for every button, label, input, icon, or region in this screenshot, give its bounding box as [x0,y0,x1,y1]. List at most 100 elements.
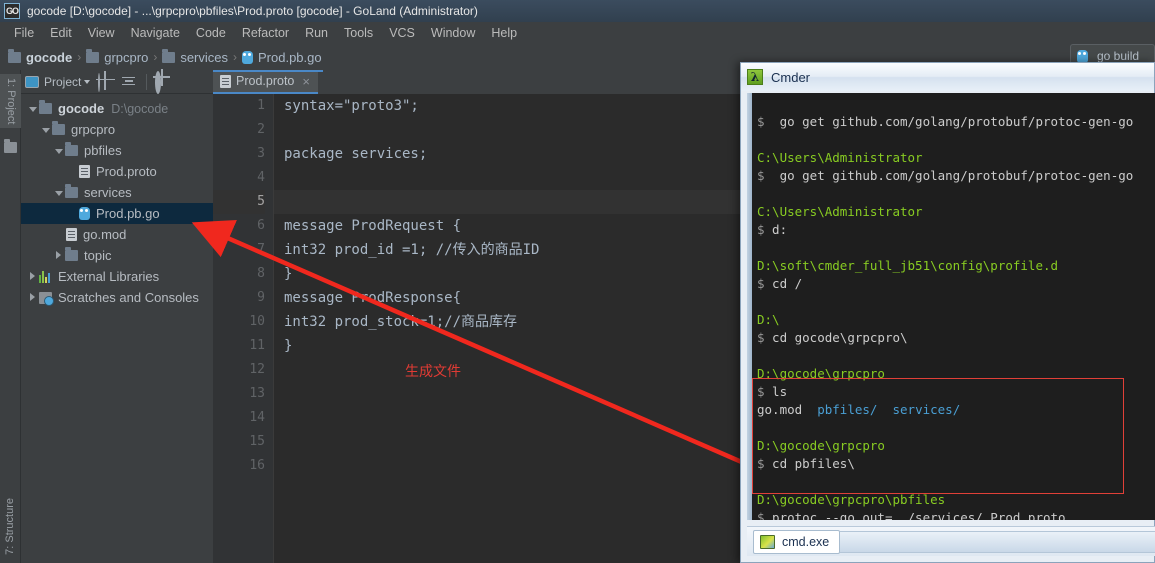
line-number: 6 [257,218,265,233]
terminal-path: D:\gocode\grpcpro\pbfiles [757,492,946,507]
folder-icon [8,48,21,63]
terminal-output: $ go get github.com/golang/protobuf/prot… [757,95,1155,520]
terminal-tab-cmd-exe[interactable]: cmd.exe [753,529,841,554]
folder-icon [39,100,52,114]
tree-node-gocode[interactable]: gocode D:\gocode [21,98,213,119]
terminal-dir-entry: services/ [892,402,961,417]
chevron-down-icon[interactable] [84,79,91,84]
goland-window: GO gocode [D:\gocode] - ...\grpcpro\pbfi… [0,0,1155,563]
tree-node-services[interactable]: services [21,182,213,203]
breadcrumb-item-prod-pb-go[interactable]: Prod.pb.go [242,50,322,65]
settings-gear-icon[interactable] [155,70,171,94]
tool-tab-project[interactable]: 1: Project [0,74,21,129]
chevron-down-icon[interactable] [27,103,39,115]
line-number: 4 [257,170,265,185]
locate-file-icon[interactable] [98,72,114,92]
menu-item-refactor[interactable]: Refactor [234,24,297,42]
tree-node-grpcpro[interactable]: grpcpro [21,119,213,140]
goland-app-icon: GO [4,3,20,19]
terminal-path: D:\gocode\grpcpro [757,366,885,381]
breadcrumb-item-services[interactable]: services [162,48,228,65]
editor-tab-prod-proto[interactable]: Prod.proto × [213,70,318,94]
folder-icon [52,121,65,135]
line-number-gutter: 1 2 3 4 5 6 7 8 9 10 11 12 13 14 15 16 [213,94,273,563]
cmder-window-title: Cmder [771,69,811,85]
line-number: 11 [249,338,265,353]
menu-item-code[interactable]: Code [188,24,234,42]
breadcrumb-label: services [180,49,228,65]
line-number: 14 [249,410,265,425]
chevron-down-icon[interactable] [53,187,65,199]
gopher-icon [79,207,90,220]
breadcrumb-separator: › [233,50,237,64]
tree-node-go-mod[interactable]: go.mod [21,224,213,245]
editor-tab-label: Prod.proto [236,74,295,88]
tree-node-pbfiles[interactable]: pbfiles [21,140,213,161]
terminal-path: D:\gocode\grpcpro [757,438,885,453]
run-configuration-label: go build [1097,49,1140,63]
cmd-icon [760,534,775,549]
left-tool-strip: 1: Project 7: Structure [0,70,21,563]
menu-item-tools[interactable]: Tools [336,24,381,42]
tree-node-topic[interactable]: topic [21,245,213,266]
folder-icon [162,48,176,63]
menu-item-file[interactable]: File [6,24,42,42]
tree-node-label: gocode [58,101,105,116]
hide-panel-icon[interactable] [179,74,195,90]
chevron-right-icon[interactable] [27,292,39,304]
line-number: 13 [249,386,265,401]
project-view-icon[interactable] [25,75,39,88]
menu-item-view[interactable]: View [80,24,123,42]
line-number: 8 [257,266,265,281]
menu-item-navigate[interactable]: Navigate [123,24,188,42]
terminal-prompt: $ [757,384,765,399]
cmder-terminal-body[interactable]: $ go get github.com/golang/protobuf/prot… [747,93,1155,520]
terminal-path: C:\Users\Administrator [757,204,923,219]
tree-node-external-libraries[interactable]: External Libraries [21,266,213,287]
breadcrumb-separator: › [153,50,158,64]
terminal-prompt: $ [757,330,765,345]
breadcrumb-item-grpcpro[interactable]: grpcpro [86,48,149,65]
menu-item-edit[interactable]: Edit [42,24,80,42]
breadcrumb-item-gocode[interactable]: gocode [8,48,72,65]
terminal-prompt: $ [757,168,765,183]
tree-node-path: D:\gocode [111,101,169,116]
menu-item-window[interactable]: Window [423,24,483,42]
project-panel: Project gocode D:\gocode grpcpro pbfiles… [21,70,213,563]
terminal-scrollbar[interactable] [747,93,752,520]
cmder-window[interactable]: λ Cmder $ go get github.com/golang/proto… [740,62,1155,563]
tree-node-prod-pb-go[interactable]: Prod.pb.go [21,203,213,224]
terminal-path: D:\ [757,312,780,327]
project-folder-icon [4,139,17,153]
menu-item-help[interactable]: Help [483,24,525,42]
terminal-prompt: $ [757,222,765,237]
menu-bar[interactable]: File Edit View Navigate Code Refactor Ru… [0,22,1155,44]
proto-file-icon [66,228,77,241]
folder-icon [86,48,100,63]
line-number: 10 [249,314,265,329]
tab-bar-filler [840,530,1155,553]
menu-item-vcs[interactable]: VCS [381,24,423,42]
chevron-right-icon[interactable] [53,250,65,262]
project-panel-title: Project [44,74,82,89]
tree-node-scratches-and-consoles[interactable]: Scratches and Consoles [21,287,213,308]
tree-node-prod-proto[interactable]: Prod.proto [21,161,213,182]
cmder-tab-bar: cmd.exe [747,526,1155,556]
chevron-down-icon[interactable] [53,145,65,157]
terminal-path: C:\Users\Administrator [757,150,923,165]
lambda-icon: λ [747,69,763,85]
tree-node-label: topic [84,248,112,263]
menu-item-run[interactable]: Run [297,24,336,42]
line-number: 5 [213,190,265,214]
line-number: 7 [257,242,265,257]
tool-tab-structure[interactable]: 7: Structure [0,494,21,559]
tree-node-label: Prod.pb.go [96,206,160,221]
collapse-all-icon[interactable] [122,75,138,91]
tree-node-label: Scratches and Consoles [58,290,199,305]
chevron-down-icon[interactable] [40,124,52,136]
breadcrumb-label: grpcpro [104,49,149,65]
chevron-right-icon[interactable] [27,271,39,283]
close-icon[interactable]: × [302,74,310,89]
terminal-prompt: $ [757,114,765,129]
tree-node-label: Prod.proto [96,164,157,179]
